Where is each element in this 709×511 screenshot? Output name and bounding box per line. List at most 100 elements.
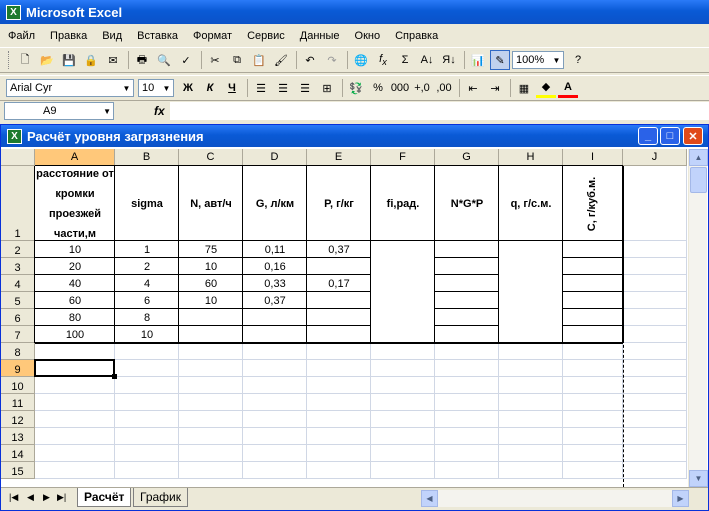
scroll-left-icon[interactable]: ◀ [421,490,438,507]
column-header-h[interactable]: H [499,149,563,166]
column-header-d[interactable]: D [243,149,307,166]
help-icon[interactable]: ? [568,50,588,70]
header-cell-f[interactable]: fi,рад. [371,166,435,241]
formula-input[interactable] [170,102,709,120]
header-cell-a[interactable]: расстояние от кромки проезжей части,м [35,166,115,241]
font-name-select[interactable]: Arial Cyr ▼ [6,79,134,97]
decrease-decimal-icon[interactable]: ,00 [434,78,454,98]
align-right-icon[interactable]: ☰ [295,78,315,98]
cell-a6[interactable]: 80 [35,309,115,326]
last-sheet-icon[interactable]: ▶| [57,492,66,503]
column-header-e[interactable]: E [307,149,371,166]
row-header-15[interactable]: 15 [1,462,35,479]
drawing-icon[interactable]: ✎ [490,50,510,70]
toolbar-grip[interactable] [8,51,11,69]
copy-icon[interactable]: ⧉ [227,50,247,70]
cell-c5[interactable]: 10 [179,292,243,309]
cell-c2[interactable]: 75 [179,241,243,258]
cell-c7[interactable] [179,326,243,343]
close-button[interactable]: ✕ [683,127,703,145]
merge-center-icon[interactable]: ⊞ [317,78,337,98]
menu-file[interactable]: Файл [8,30,35,42]
menu-insert[interactable]: Вставка [137,30,178,42]
cell-e5[interactable] [307,292,371,309]
cell-c3[interactable]: 10 [179,258,243,275]
redo-icon[interactable]: ↷ [322,50,342,70]
scroll-right-icon[interactable]: ▶ [672,490,689,507]
italic-icon[interactable]: К [200,78,220,98]
sort-ascending-icon[interactable]: A↓ [417,50,437,70]
font-color-icon[interactable]: A [558,78,578,98]
align-center-icon[interactable]: ☰ [273,78,293,98]
header-cell-e[interactable]: P, г/кг [307,166,371,241]
cell-b5[interactable]: 6 [115,292,179,309]
maximize-button[interactable]: □ [660,127,680,145]
worksheet-grid[interactable]: A B C D E F G H I J 1 2 3 4 5 6 7 8 9 10 11 12 13 14 15 расстояни… [1,149,688,487]
align-left-icon[interactable]: ☰ [251,78,271,98]
header-cell-h[interactable]: q, г/с.м. [499,166,563,241]
sheet-tab-raschet[interactable]: Расчёт [77,488,132,507]
prev-sheet-icon[interactable]: ◀ [27,492,34,503]
cell-a4[interactable]: 40 [35,275,115,292]
decrease-indent-icon[interactable]: ⇤ [463,78,483,98]
cell-b4[interactable]: 4 [115,275,179,292]
cell-d7[interactable] [243,326,307,343]
autosum-icon[interactable]: Σ [395,50,415,70]
horizontal-scrollbar[interactable]: ◀ ▶ [421,490,689,507]
cell-e3[interactable] [307,258,371,275]
cell-c4[interactable]: 60 [179,275,243,292]
menu-help[interactable]: Справка [395,30,438,42]
minimize-button[interactable]: _ [638,127,658,145]
open-icon[interactable]: 📂 [37,50,57,70]
row-header-5[interactable]: 5 [1,292,35,309]
cell-c6[interactable] [179,309,243,326]
cell-d3[interactable]: 0,16 [243,258,307,275]
row-header-7[interactable]: 7 [1,326,35,343]
chevron-down-icon[interactable]: ▼ [103,107,111,116]
cell-d4[interactable]: 0,33 [243,275,307,292]
header-cell-c[interactable]: N, авт/ч [179,166,243,241]
undo-icon[interactable]: ↶ [300,50,320,70]
function-icon[interactable]: fx [373,50,393,70]
cell-a7[interactable]: 100 [35,326,115,343]
menu-tools[interactable]: Сервис [247,30,285,42]
currency-icon[interactable]: 💱 [346,78,366,98]
save-icon[interactable]: 💾 [59,50,79,70]
scroll-up-icon[interactable]: ▲ [689,149,708,166]
sort-descending-icon[interactable]: Я↓ [439,50,459,70]
permission-icon[interactable]: 🔒 [81,50,101,70]
chevron-down-icon[interactable]: ▼ [120,80,133,96]
zoom-select[interactable]: 100% ▼ [512,51,564,69]
active-cell-a9[interactable] [34,359,115,377]
paste-icon[interactable]: 📋 [249,50,269,70]
increase-indent-icon[interactable]: ⇥ [485,78,505,98]
cell-e2[interactable]: 0,37 [307,241,371,258]
row-header-12[interactable]: 12 [1,411,35,428]
cell-e6[interactable] [307,309,371,326]
fill-handle[interactable] [112,374,117,379]
next-sheet-icon[interactable]: ▶ [43,492,50,503]
row-header-2[interactable]: 2 [1,241,35,258]
first-sheet-icon[interactable]: |◀ [9,492,18,503]
header-cell-g[interactable]: N*G*P [435,166,499,241]
column-header-i[interactable]: I [563,149,623,166]
hyperlink-icon[interactable]: 🌐 [351,50,371,70]
header-cell-i[interactable]: C, г/куб.м. [586,167,600,241]
vertical-scrollbar[interactable]: ▲ ▼ [688,149,708,487]
format-painter-icon[interactable]: 🖌 [271,50,291,70]
row-header-14[interactable]: 14 [1,445,35,462]
cell-a3[interactable]: 20 [35,258,115,275]
fill-color-icon[interactable]: ◆ [536,78,556,98]
menu-view[interactable]: Вид [102,30,122,42]
cell-e4[interactable]: 0,17 [307,275,371,292]
print-preview-icon[interactable]: 🔍 [154,50,174,70]
menu-data[interactable]: Данные [300,30,340,42]
sheet-tab-grafik[interactable]: График [133,488,188,507]
row-header-13[interactable]: 13 [1,428,35,445]
row-header-1[interactable]: 1 [1,166,35,241]
column-header-a[interactable]: A [35,149,115,166]
scroll-thumb[interactable] [690,167,707,193]
cell-b3[interactable]: 2 [115,258,179,275]
chart-wizard-icon[interactable]: 📊 [468,50,488,70]
header-cell-d[interactable]: G, л/км [243,166,307,241]
